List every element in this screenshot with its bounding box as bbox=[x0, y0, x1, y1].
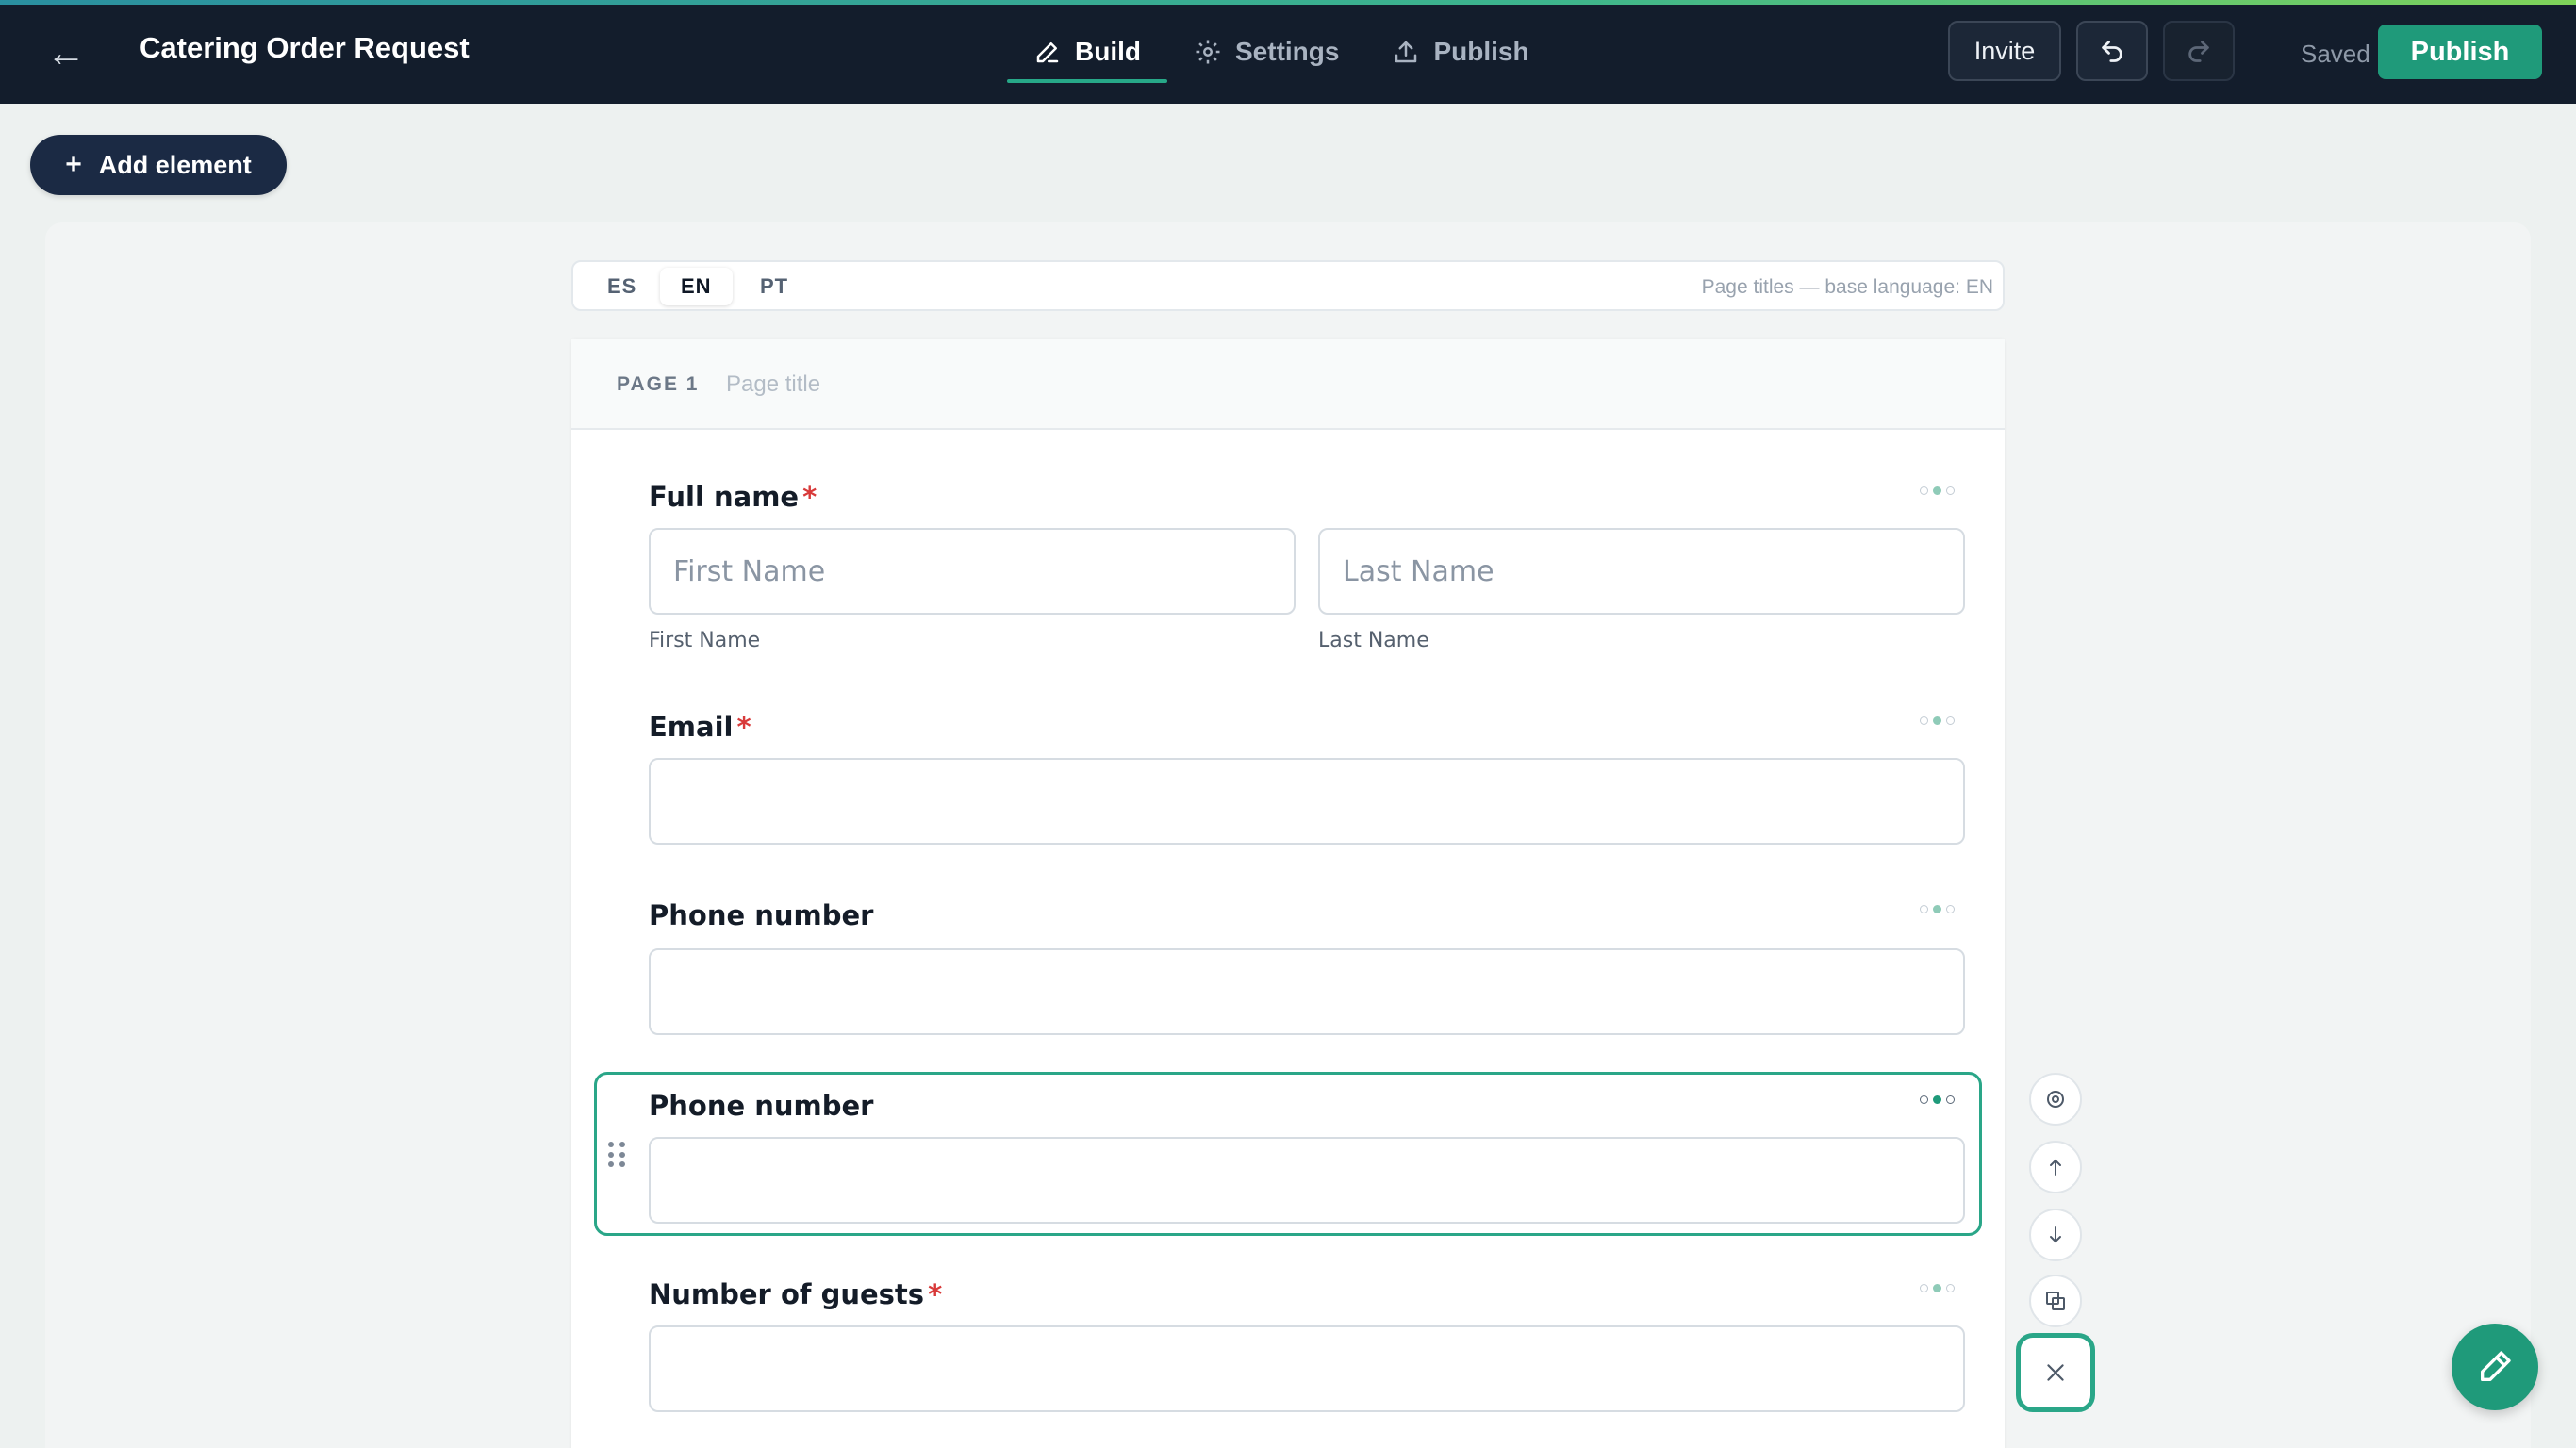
last-name-sublabel: Last Name bbox=[1318, 629, 1429, 652]
first-name-input[interactable] bbox=[649, 528, 1296, 615]
duplicate-button[interactable] bbox=[2029, 1275, 2082, 1327]
field-label-text: Phone number bbox=[649, 899, 874, 931]
last-name-input[interactable] bbox=[1318, 528, 1965, 615]
form-title: Catering Order Request bbox=[140, 31, 470, 64]
field-label-text: Phone number bbox=[649, 1090, 874, 1122]
page-title-input[interactable] bbox=[726, 368, 1103, 402]
phone-field[interactable] bbox=[649, 948, 1965, 1035]
top-bar: ← Catering Order Request Build Settings … bbox=[0, 0, 2576, 104]
back-button[interactable]: ← bbox=[41, 28, 91, 77]
delete-icon bbox=[2047, 1364, 2064, 1381]
field-options-icon[interactable] bbox=[1920, 484, 1963, 497]
publish-button[interactable]: Publish bbox=[2378, 25, 2542, 79]
invite-button[interactable]: Invite bbox=[1948, 21, 2061, 81]
page-label: PAGE 1 bbox=[617, 373, 700, 395]
field-label-text: Number of guests bbox=[649, 1278, 925, 1310]
page-header: PAGE 1 bbox=[571, 339, 2005, 430]
undo-button[interactable] bbox=[2076, 21, 2148, 81]
field-label-phone: Phone number bbox=[649, 899, 873, 931]
tab-publish-label: Publish bbox=[1433, 37, 1529, 66]
move-down-icon bbox=[2050, 1226, 2061, 1243]
tab-settings[interactable]: Settings bbox=[1167, 21, 1365, 83]
field-label-text: Email bbox=[649, 711, 734, 743]
pencil-icon bbox=[1036, 42, 1059, 63]
upload-icon bbox=[1395, 41, 1417, 63]
field-label-guests: Number of guests * bbox=[649, 1278, 942, 1310]
first-name-sublabel: First Name bbox=[649, 629, 761, 652]
main-tabs: Build Settings Publish bbox=[1007, 21, 1556, 83]
field-options-icon[interactable] bbox=[1920, 902, 1963, 915]
save-status: Saved bbox=[2301, 40, 2370, 68]
pencil-icon bbox=[2481, 1351, 2511, 1381]
guests-field[interactable] bbox=[649, 1325, 1965, 1412]
language-bar: ES EN PT Page titles — base language: EN bbox=[571, 260, 2005, 311]
drag-handle-icon[interactable] bbox=[608, 1142, 631, 1168]
move-down-button[interactable] bbox=[2029, 1209, 2082, 1261]
add-element-button[interactable]: + Add element bbox=[30, 135, 287, 195]
field-options-icon[interactable] bbox=[1920, 1093, 1963, 1106]
settings-icon bbox=[2047, 1091, 2064, 1108]
add-element-label: Add element bbox=[98, 150, 252, 179]
edit-fab-button[interactable] bbox=[2452, 1324, 2538, 1410]
plus-icon: + bbox=[65, 149, 82, 180]
lang-tab-es[interactable]: ES bbox=[586, 268, 657, 305]
move-up-icon bbox=[2050, 1159, 2061, 1176]
required-mark: * bbox=[736, 711, 751, 743]
field-label-phone-selected: Phone number bbox=[649, 1090, 873, 1122]
delete-field-button[interactable] bbox=[2016, 1333, 2095, 1412]
tab-build[interactable]: Build bbox=[1007, 21, 1167, 83]
gear-icon bbox=[1196, 40, 1220, 64]
accent-line bbox=[0, 0, 2576, 5]
required-mark: * bbox=[802, 481, 817, 513]
field-options-icon[interactable] bbox=[1920, 1281, 1963, 1294]
arrow-left-icon: ← bbox=[46, 30, 86, 74]
tab-build-label: Build bbox=[1075, 37, 1141, 66]
undo-icon bbox=[2102, 41, 2122, 62]
field-label-full-name: Full name * bbox=[649, 481, 817, 513]
email-field[interactable] bbox=[649, 758, 1965, 845]
field-label-email: Email * bbox=[649, 711, 751, 743]
field-settings-button[interactable] bbox=[2029, 1073, 2082, 1126]
required-mark: * bbox=[928, 1278, 943, 1310]
field-label-text: Full name bbox=[649, 481, 800, 513]
field-options-icon[interactable] bbox=[1920, 714, 1963, 727]
language-note: Page titles — base language: EN bbox=[1701, 276, 1993, 298]
tab-publish[interactable]: Publish bbox=[1365, 21, 1555, 83]
lang-tab-en[interactable]: EN bbox=[660, 268, 733, 305]
duplicate-icon bbox=[2046, 1292, 2065, 1310]
redo-button[interactable] bbox=[2163, 21, 2235, 81]
delete-button-inner bbox=[2029, 1346, 2082, 1399]
redo-icon bbox=[2188, 41, 2209, 62]
tab-settings-label: Settings bbox=[1235, 37, 1340, 66]
phone-field-selected[interactable] bbox=[649, 1137, 1965, 1224]
move-up-button[interactable] bbox=[2029, 1141, 2082, 1193]
lang-tab-pt[interactable]: PT bbox=[739, 268, 809, 305]
